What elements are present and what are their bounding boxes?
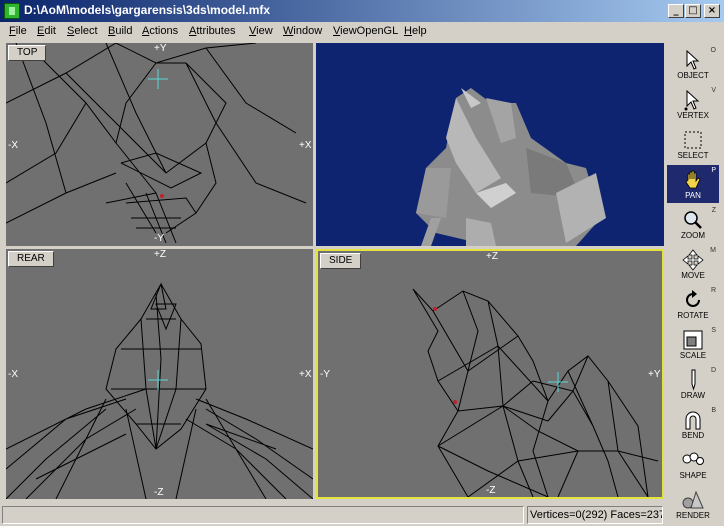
viewport-rear[interactable]: REAR +Z -Z -X +X bbox=[6, 249, 313, 499]
magnifier-icon bbox=[684, 211, 702, 229]
move-arrows-icon bbox=[682, 249, 704, 271]
tool-key: Z bbox=[711, 207, 716, 214]
tool-label: SELECT bbox=[677, 151, 709, 160]
viewport-side[interactable]: SIDE +Z -Z -Y +Y bbox=[316, 249, 664, 499]
close-button[interactable]: × bbox=[704, 4, 720, 18]
wireframe-side bbox=[412, 288, 659, 497]
maximize-button[interactable]: □ bbox=[685, 4, 701, 18]
tool-label: SCALE bbox=[679, 351, 707, 360]
menu-build[interactable]: Build bbox=[108, 25, 132, 37]
menu-bar: File Edit Select Build Actions Attribute… bbox=[0, 22, 724, 42]
tool-pan[interactable]: P PAN bbox=[667, 165, 719, 203]
tool-move[interactable]: M MOVE bbox=[667, 245, 719, 283]
rotate-icon bbox=[686, 290, 700, 307]
viewport-top[interactable]: TOP +Y -Y -X +X bbox=[6, 43, 313, 246]
axis-label-side-down: -Z bbox=[486, 485, 496, 496]
window-title: D:\AoM\models\gargarensis\3ds\model.mfx bbox=[24, 3, 271, 17]
tool-label: BEND bbox=[681, 431, 705, 440]
wireframe-top bbox=[6, 43, 307, 244]
tool-shape[interactable]: SHAPE bbox=[667, 445, 719, 483]
axis-label-top-down: -Y bbox=[154, 233, 164, 244]
menu-file[interactable]: File bbox=[9, 25, 27, 37]
scale-icon bbox=[683, 330, 703, 350]
tool-key: V bbox=[711, 87, 716, 94]
axis-label-rear-right: +X bbox=[299, 369, 312, 380]
axis-label-side-left: -Y bbox=[320, 369, 330, 380]
marquee-select-icon bbox=[684, 131, 702, 149]
axis-label-top-left: -X bbox=[8, 140, 18, 151]
axis-label-top-right: +X bbox=[299, 140, 312, 151]
wireframe-rear bbox=[6, 282, 313, 499]
menu-select[interactable]: Select bbox=[67, 25, 98, 37]
tool-key: S bbox=[711, 327, 716, 334]
status-vertex-face-count: Vertices=0(292) Faces=237 bbox=[527, 506, 663, 524]
magnet-icon bbox=[685, 411, 701, 430]
tool-label: DRAW bbox=[680, 391, 706, 400]
axis-label-top-up: +Y bbox=[154, 43, 167, 54]
tool-key: D bbox=[710, 367, 716, 374]
hand-icon bbox=[685, 170, 701, 189]
menu-edit[interactable]: Edit bbox=[37, 25, 56, 37]
axis-label-rear-up: +Z bbox=[154, 249, 166, 260]
axis-label-rear-down: -Z bbox=[154, 487, 164, 498]
menu-viewopengl[interactable]: ViewOpenGL bbox=[333, 25, 398, 37]
tool-object[interactable]: O OBJECT bbox=[667, 45, 719, 83]
title-bar[interactable]: D:\AoM\models\gargarensis\3ds\model.mfx … bbox=[0, 0, 724, 22]
tool-key: P bbox=[711, 167, 716, 174]
menu-actions[interactable]: Actions bbox=[142, 25, 178, 37]
tool-draw[interactable]: D DRAW bbox=[667, 365, 719, 403]
axis-label-side-up: +Z bbox=[486, 251, 498, 262]
tool-key: R bbox=[710, 287, 716, 294]
tool-render[interactable]: RENDER bbox=[667, 485, 719, 523]
tool-zoom[interactable]: Z ZOOM bbox=[667, 205, 719, 243]
shaded-model-render bbox=[416, 88, 606, 246]
tool-label: SHAPE bbox=[679, 471, 707, 480]
viewport-perspective[interactable] bbox=[316, 43, 664, 246]
tool-bend[interactable]: B BEND bbox=[667, 405, 719, 443]
tool-scale[interactable]: S SCALE bbox=[667, 325, 719, 363]
viewport-label-top[interactable]: TOP bbox=[8, 45, 47, 61]
menu-window[interactable]: Window bbox=[283, 25, 322, 37]
arrow-pointer-icon bbox=[686, 49, 700, 70]
tool-key: O bbox=[710, 47, 716, 54]
tool-vertex[interactable]: V VERTEX bbox=[667, 85, 719, 123]
tool-rotate[interactable]: R ROTATE bbox=[667, 285, 719, 323]
spheres-icon bbox=[682, 452, 704, 465]
tool-key: M bbox=[710, 247, 716, 254]
tool-label: ZOOM bbox=[681, 231, 705, 240]
axis-label-side-right: +Y bbox=[648, 369, 661, 380]
tool-label: RENDER bbox=[676, 511, 710, 520]
tool-label: OBJECT bbox=[677, 71, 709, 80]
tool-label: VERTEX bbox=[677, 111, 709, 120]
axis-label-rear-left: -X bbox=[8, 369, 18, 380]
tool-palette: O OBJECT V VERTEX SELECT P PAN Z ZOOM M … bbox=[665, 43, 724, 526]
tool-select[interactable]: SELECT bbox=[667, 125, 719, 163]
viewport-label-side[interactable]: SIDE bbox=[320, 253, 362, 269]
status-message bbox=[2, 506, 524, 524]
menu-view[interactable]: View bbox=[249, 25, 273, 37]
tool-label: MOVE bbox=[681, 271, 705, 280]
menu-help[interactable]: Help bbox=[404, 25, 427, 37]
viewport-label-rear[interactable]: REAR bbox=[8, 251, 54, 267]
tool-label: PAN bbox=[685, 191, 701, 200]
render-shapes-icon bbox=[682, 490, 704, 509]
minimize-button[interactable]: _ bbox=[668, 4, 684, 18]
app-icon[interactable] bbox=[4, 3, 20, 19]
status-bar: Vertices=0(292) Faces=237 bbox=[0, 504, 665, 526]
tool-key: B bbox=[711, 407, 716, 414]
pencil-icon bbox=[691, 369, 696, 391]
tool-label: ROTATE bbox=[677, 311, 709, 320]
vertex-pointer-icon bbox=[684, 89, 700, 111]
menu-attributes[interactable]: Attributes bbox=[189, 25, 235, 37]
